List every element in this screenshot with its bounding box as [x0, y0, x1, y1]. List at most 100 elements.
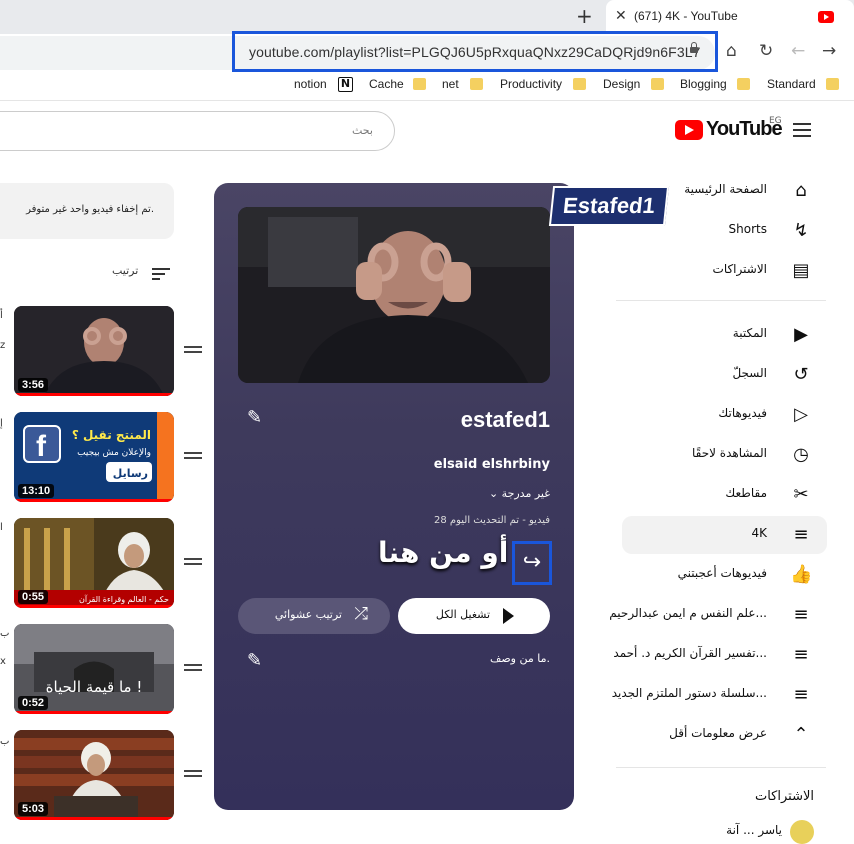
- chevron-down-icon: ⌄: [488, 487, 502, 500]
- youtube-logo-icon[interactable]: [675, 120, 703, 140]
- sidebar-item[interactable]: المكتبة ▶: [622, 316, 827, 354]
- sidebar-item-label: فيديوهات أعجبتني: [677, 566, 767, 580]
- search-input[interactable]: [0, 111, 395, 151]
- sidebar-item[interactable]: الصفحة الرئيسية ⌂: [622, 172, 827, 210]
- thumb-text-3: رسايل: [113, 467, 148, 480]
- video-thumbnail[interactable]: ما قيمة الحياة ! 0:52: [14, 624, 174, 714]
- playlist-meta: 28 فيديو - تم التحديث اليوم: [433, 515, 550, 526]
- sort-icon[interactable]: [152, 268, 170, 280]
- sidebar-item-label: سلسلة دستور الملتزم الجديد...: [611, 686, 767, 700]
- drag-handle-icon[interactable]: [184, 770, 202, 777]
- play-all-label: تشغيل الكل: [435, 608, 490, 621]
- sidebar-item-label: 4K: [751, 526, 767, 540]
- playlist-owner[interactable]: elsaid elshrbiny: [434, 457, 550, 472]
- channel-avatar[interactable]: [790, 820, 814, 844]
- clips-icon: ✂: [793, 484, 809, 505]
- sidebar-item[interactable]: 4K ≡: [622, 516, 827, 554]
- like-icon: 👍: [790, 564, 813, 585]
- bookmark-blogging[interactable]: Blogging: [680, 77, 727, 91]
- video-duration: 0:52: [18, 696, 49, 710]
- sidebar-item-label: السجلّ: [732, 366, 767, 380]
- lock-icon[interactable]: [690, 42, 698, 53]
- sidebar-item[interactable]: علم النفس م ايمن عبدالرحيم... ≡: [609, 596, 827, 634]
- sidebar-item-label: الصفحة الرئيسية: [684, 182, 767, 196]
- bookmark-design[interactable]: Design: [603, 77, 640, 91]
- country-code: EG: [769, 116, 782, 126]
- sidebar-item[interactable]: تفسير القرآن الكريم د. أحمد... ≡: [613, 636, 827, 674]
- share-icon[interactable]: ↪: [512, 541, 552, 585]
- video-title-clipped[interactable]: إ: [0, 418, 3, 429]
- sidebar-item[interactable]: فيديوهات أعجبتني 👍: [622, 556, 827, 594]
- search-placeholder: بحث: [352, 124, 373, 137]
- url-highlight-box: [232, 31, 718, 72]
- folder-icon: [470, 78, 483, 90]
- sidebar-item[interactable]: المشاهدة لاحقًا ◷: [622, 436, 827, 474]
- video-title-clipped[interactable]: ب: [0, 628, 9, 639]
- play-all-button[interactable]: تشغيل الكل: [398, 598, 550, 634]
- video-thumbnail[interactable]: 5:03: [14, 730, 174, 820]
- video-duration: 5:03: [18, 802, 49, 816]
- watch-progress-bar: [14, 499, 174, 502]
- folder-icon: [651, 78, 664, 90]
- video-title-clipped[interactable]: أ: [0, 310, 3, 321]
- video-title-clipped[interactable]: ا: [0, 522, 3, 533]
- sidebar-item[interactable]: الاشتراكات ▤: [622, 252, 827, 290]
- sidebar-divider: [616, 300, 826, 301]
- new-tab-button[interactable]: +: [576, 4, 593, 28]
- bookmark-cache[interactable]: Cache: [369, 77, 404, 91]
- bookmark-notion[interactable]: notion: [294, 77, 327, 91]
- menu-icon[interactable]: [793, 123, 811, 137]
- forward-icon[interactable]: →: [822, 41, 836, 61]
- tab-title: (671) 4K - YouTube: [634, 9, 738, 23]
- sidebar-item-label: مقاطعك: [725, 486, 767, 500]
- privacy-label: غير مدرجة: [501, 487, 550, 500]
- bookmark-productivity[interactable]: Productivity: [500, 77, 562, 91]
- video-duration: 13:10: [18, 484, 55, 498]
- home-icon[interactable]: ⌂: [726, 41, 737, 61]
- edit-title-pencil-icon[interactable]: ✎: [247, 407, 262, 428]
- watch-later-icon: ◷: [793, 444, 809, 465]
- folder-icon: [413, 78, 426, 90]
- video-thumbnail[interactable]: حكم - العالم وقراءة القرآن 0:55: [14, 518, 174, 608]
- folder-icon: [737, 78, 750, 90]
- divider: [0, 100, 854, 101]
- video-thumbnail[interactable]: f المنتج تقيل ؟ والإعلان مش بيجيب رسايل …: [14, 412, 174, 502]
- folder-icon: [573, 78, 586, 90]
- sidebar-item[interactable]: عرض معلومات أقل ⌃: [622, 716, 827, 754]
- video-title-clipped[interactable]: ب: [0, 736, 9, 747]
- shuffle-icon: ⤮: [354, 604, 368, 624]
- watch-progress-bar: [14, 817, 174, 820]
- library-icon: ▶: [794, 324, 808, 345]
- sidebar-item-label: Shorts: [728, 222, 767, 236]
- subscriptions-heading: الاشتراكات: [754, 789, 814, 804]
- play-icon: [503, 608, 514, 624]
- playlist-thumbnail[interactable]: [238, 207, 550, 383]
- sidebar-item[interactable]: فيديوهاتك ▷: [622, 396, 827, 434]
- playlist-icon: ≡: [793, 604, 809, 625]
- drag-handle-icon[interactable]: [184, 346, 202, 353]
- sidebar-item[interactable]: Shorts ↯: [622, 212, 827, 250]
- back-icon[interactable]: ←: [791, 41, 805, 61]
- bookmark-net[interactable]: net: [442, 77, 459, 91]
- reload-icon[interactable]: ↻: [759, 41, 773, 61]
- sidebar-item[interactable]: سلسلة دستور الملتزم الجديد... ≡: [612, 676, 827, 714]
- sidebar-item-label: المشاهدة لاحقًا: [691, 446, 767, 460]
- privacy-dropdown[interactable]: ⌄ غير مدرجة: [489, 487, 550, 500]
- tab-close-icon[interactable]: ✕: [615, 8, 627, 24]
- sort-label[interactable]: ترتيب: [112, 264, 138, 277]
- drag-handle-icon[interactable]: [184, 664, 202, 671]
- playlist-description: ما من وصف.: [489, 652, 550, 665]
- sidebar-item[interactable]: السجلّ ↺: [622, 356, 827, 394]
- drag-handle-icon[interactable]: [184, 558, 202, 565]
- edit-description-pencil-icon[interactable]: ✎: [247, 650, 262, 671]
- drag-handle-icon[interactable]: [184, 452, 202, 459]
- video-thumbnail[interactable]: 3:56: [14, 306, 174, 396]
- channel-name[interactable]: ياسر ... آنة: [726, 823, 782, 837]
- sidebar-item-label: علم النفس م ايمن عبدالرحيم...: [609, 606, 767, 620]
- playlist-icon: ≡: [793, 644, 809, 665]
- sidebar-item[interactable]: مقاطعك ✂: [622, 476, 827, 514]
- shuffle-button[interactable]: ترتيب عشوائي ⤮: [238, 598, 390, 634]
- bookmark-standard[interactable]: Standard: [767, 77, 816, 91]
- sidebar-divider: [616, 767, 826, 768]
- folder-icon: [826, 78, 839, 90]
